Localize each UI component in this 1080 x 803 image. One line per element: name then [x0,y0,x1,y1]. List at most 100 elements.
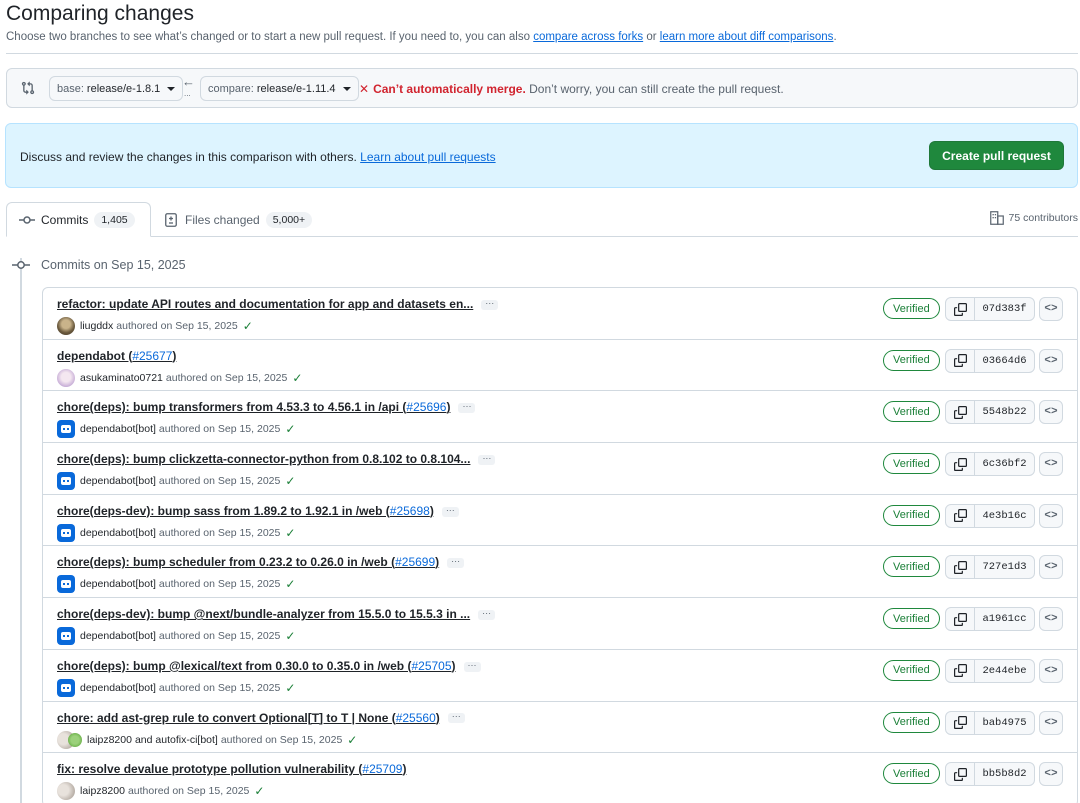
avatar[interactable] [57,317,75,335]
code-icon[interactable]: <> [1039,348,1063,373]
contributors-link[interactable]: 75 contributors [989,211,1078,225]
coauthor-link[interactable]: and autofix-ci[bot] [135,734,218,746]
pr-link[interactable]: #25699 [395,555,435,569]
author-link[interactable]: dependabot[bot] [80,527,156,539]
commit-sha-link[interactable]: 2e44ebe [975,660,1034,682]
verified-badge[interactable]: Verified [883,763,940,785]
pr-link[interactable]: #25705 [411,659,451,673]
copy-icon[interactable] [946,556,975,579]
commit-sha-link[interactable]: a1961cc [975,608,1034,630]
expand-message-button[interactable]: ··· [447,557,465,569]
commit-title-link[interactable]: chore(deps): bump clickzetta-connector-p… [57,452,496,466]
verified-badge[interactable]: Verified [883,298,940,319]
author-link[interactable]: dependabot[bot] [80,682,156,694]
pr-link[interactable]: #25698 [390,504,430,518]
code-icon[interactable]: <> [1039,555,1063,580]
learn-diff-link[interactable]: learn more about diff comparisons [660,31,834,43]
commit-title-link[interactable]: refactor: update API routes and document… [57,297,499,311]
expand-message-button[interactable]: ··· [478,453,496,465]
copy-icon[interactable] [946,298,975,320]
code-icon[interactable]: <> [1039,710,1063,735]
code-icon[interactable]: <> [1039,658,1063,683]
commit-sha-link[interactable]: bb5b8d2 [975,763,1034,785]
code-icon[interactable]: <> [1039,762,1063,787]
copy-icon[interactable] [946,349,975,372]
avatar[interactable] [57,575,75,594]
commit-title-link[interactable]: chore(deps): bump @lexical/text from 0.3… [57,659,481,673]
expand-message-button[interactable]: ··· [458,402,476,414]
pr-link[interactable]: #25560 [396,711,436,725]
commit-title-link[interactable]: chore: add ast-grep rule to convert Opti… [57,711,465,725]
author-link[interactable]: dependabot[bot] [80,578,156,590]
copy-icon[interactable] [946,453,975,476]
expand-message-button[interactable]: ··· [463,660,481,672]
compare-forks-link[interactable]: compare across forks [533,31,643,43]
expand-message-button[interactable]: ··· [441,505,459,517]
verified-badge[interactable]: Verified [883,504,940,526]
check-icon[interactable]: ✓ [285,474,295,488]
code-icon[interactable]: <> [1039,400,1063,425]
copy-icon[interactable] [946,504,975,527]
create-pull-request-button[interactable]: Create pull request [929,141,1064,170]
pr-link[interactable]: #25696 [406,400,446,414]
verified-badge[interactable]: Verified [883,711,940,733]
base-branch-select[interactable]: base: release/e-1.8.1 [49,76,184,101]
commit-sha-link[interactable]: 6c36bf2 [975,453,1034,475]
author-link[interactable]: dependabot[bot] [80,423,156,435]
check-icon[interactable]: ✓ [292,371,302,385]
commit-title-link[interactable]: chore(deps-dev): bump @next/bundle-analy… [57,607,496,621]
code-icon[interactable]: <> [1039,297,1063,321]
expand-message-button[interactable]: ··· [481,298,499,310]
copy-icon[interactable] [946,711,975,734]
check-icon[interactable]: ✓ [285,577,295,591]
commit-sha-link[interactable]: 5548b22 [975,401,1034,423]
tab-files-changed[interactable]: Files changed 5,000+ [163,202,313,237]
verified-badge[interactable]: Verified [883,401,940,423]
commit-sha-link[interactable]: 727e1d3 [975,556,1034,578]
verified-badge[interactable]: Verified [883,608,940,630]
expand-message-button[interactable]: ··· [478,608,496,620]
avatar[interactable] [57,472,75,491]
learn-pr-link[interactable]: Learn about pull requests [360,150,495,164]
commit-sha-link[interactable]: 03664d6 [975,350,1034,372]
tab-commits[interactable]: Commits 1,405 [6,202,151,237]
copy-icon[interactable] [946,659,975,682]
copy-icon[interactable] [946,763,975,786]
verified-badge[interactable]: Verified [883,349,940,371]
commit-title-link[interactable]: chore(deps): bump scheduler from 0.23.2 … [57,555,465,569]
author-link[interactable]: dependabot[bot] [80,630,156,642]
author-link[interactable]: laipz8200 [80,785,125,797]
code-icon[interactable]: <> [1039,452,1063,477]
copy-icon[interactable] [946,401,975,424]
avatar[interactable] [57,523,75,542]
author-link[interactable]: dependabot[bot] [80,475,156,487]
git-compare-icon[interactable] [21,81,35,95]
avatar[interactable] [57,678,75,697]
commit-sha-link[interactable]: bab4975 [975,712,1034,734]
verified-badge[interactable]: Verified [883,556,940,578]
check-icon[interactable]: ✓ [254,784,264,798]
check-icon[interactable]: ✓ [285,422,295,436]
avatar[interactable] [57,420,75,439]
commit-sha-link[interactable]: 07d383f [975,298,1034,320]
check-icon[interactable]: ✓ [285,629,295,643]
check-icon[interactable]: ✓ [285,681,295,695]
author-link[interactable]: liugddx [80,320,113,332]
check-icon[interactable]: ✓ [347,733,357,747]
avatar[interactable] [68,732,82,747]
pr-link[interactable]: #25677 [132,349,172,363]
verified-badge[interactable]: Verified [883,453,940,475]
code-icon[interactable]: <> [1039,607,1063,632]
avatar[interactable] [57,368,75,387]
check-icon[interactable]: ✓ [243,319,253,333]
commit-title-link[interactable]: fix: resolve devalue prototype pollution… [57,762,406,776]
commit-title-link[interactable]: dependabot (#25677) [57,349,176,363]
author-link[interactable]: asukaminato0721 [80,372,163,384]
avatar[interactable] [57,627,75,646]
verified-badge[interactable]: Verified [883,659,940,681]
check-icon[interactable]: ✓ [285,526,295,540]
expand-message-button[interactable]: ··· [447,712,465,724]
commit-title-link[interactable]: chore(deps): bump transformers from 4.53… [57,400,476,414]
author-link[interactable]: laipz8200 [87,734,132,746]
pr-link[interactable]: #25709 [362,762,402,776]
